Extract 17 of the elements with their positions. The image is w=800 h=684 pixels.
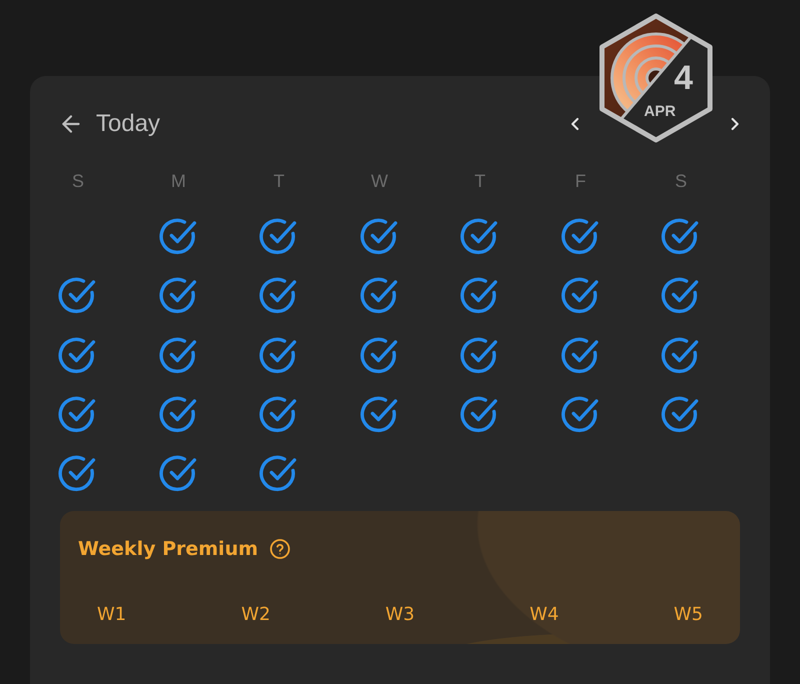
week-label: W1 xyxy=(97,603,126,627)
weekday-label: T xyxy=(274,170,284,193)
weekday-label: S xyxy=(674,170,687,193)
help-icon[interactable] xyxy=(270,539,290,559)
week-label: W4 xyxy=(530,603,559,627)
badge-month: APR xyxy=(644,103,676,121)
weekday-label: M xyxy=(171,170,186,193)
week-label: W5 xyxy=(674,603,703,627)
weekday-label: S xyxy=(72,170,84,193)
week-label: W2 xyxy=(241,603,270,627)
weekday-label: F xyxy=(575,170,586,193)
today-button[interactable]: Today xyxy=(58,104,160,144)
week-label: W3 xyxy=(385,603,415,627)
badge-day: 4 xyxy=(674,58,693,98)
weekday-label: T xyxy=(474,170,486,193)
premium-title: Weekly Premium xyxy=(78,537,258,561)
weekday-label: W xyxy=(371,170,388,193)
